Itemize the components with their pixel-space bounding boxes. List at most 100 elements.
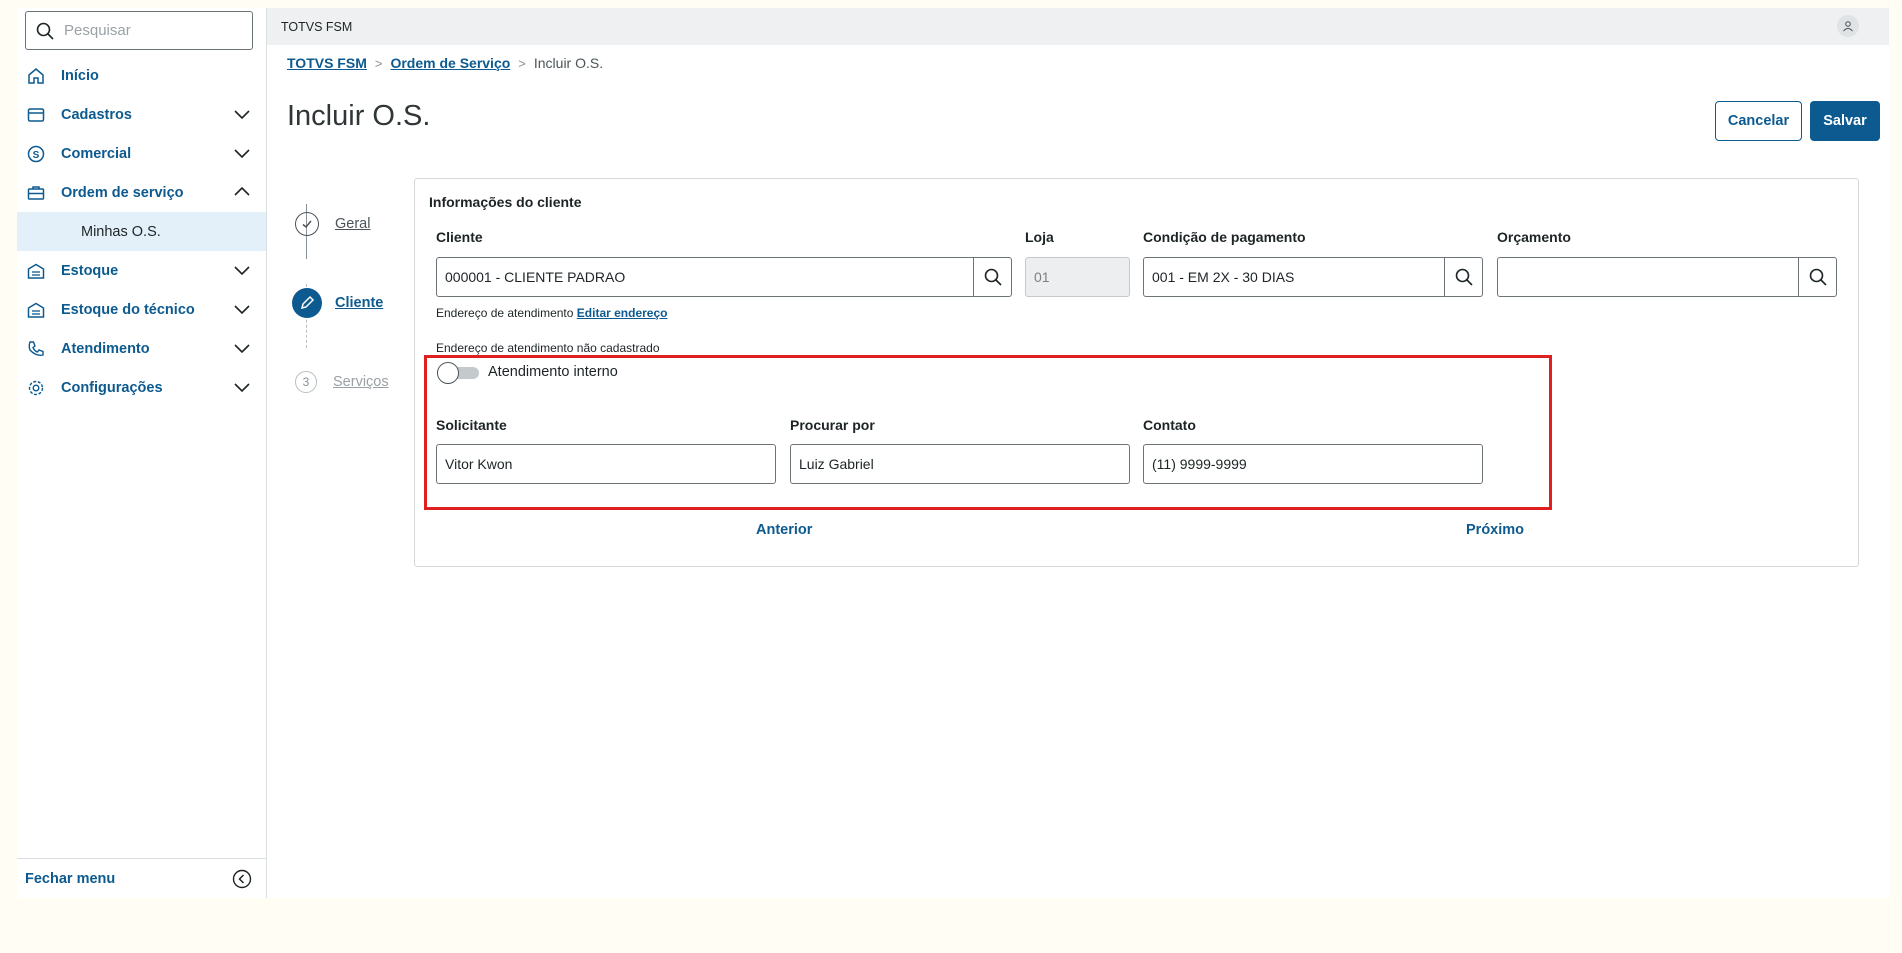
endereco-label: Endereço de atendimento	[436, 306, 574, 320]
step-servicos[interactable]: 3 Serviços	[295, 371, 389, 393]
breadcrumb-link-totvs-fsm[interactable]: TOTVS FSM	[287, 55, 367, 71]
cliente-label: Cliente	[436, 229, 483, 245]
step-label: Cliente	[335, 295, 384, 311]
top-bar: TOTVS FSM	[267, 8, 1889, 45]
home-icon	[27, 67, 45, 85]
card-icon	[27, 106, 45, 124]
close-menu-label: Fechar menu	[25, 870, 116, 887]
chevron-up-icon	[234, 186, 250, 196]
phone-icon	[27, 340, 45, 358]
search-icon	[36, 22, 54, 40]
cliente-lookup-button[interactable]	[973, 258, 1011, 296]
cancel-button[interactable]: Cancelar	[1715, 101, 1802, 141]
condicao-lookup-button[interactable]	[1444, 258, 1482, 296]
step-geral[interactable]: Geral	[295, 212, 370, 236]
toggle-knob	[437, 362, 459, 384]
previous-button[interactable]: Anterior	[756, 522, 812, 538]
procurar-por-field[interactable]: Luiz Gabriel	[790, 444, 1130, 484]
sidebar-menu: Início Cadastros S Comercial Ordem de se…	[17, 56, 266, 407]
toggle-label: Atendimento interno	[488, 364, 618, 380]
sidebar-subitem-minhas-os[interactable]: Minhas O.S.	[17, 212, 266, 251]
chevron-down-icon	[234, 383, 250, 393]
orcamento-lookup-button[interactable]	[1798, 258, 1836, 296]
sidebar-item-comercial[interactable]: S Comercial	[17, 134, 266, 173]
svg-text:S: S	[33, 150, 40, 161]
client-info-panel: Informações do cliente Cliente 000001 - …	[414, 178, 1859, 567]
sidebar-item-atendimento[interactable]: Atendimento	[17, 329, 266, 368]
condicao-value: 001 - EM 2X - 30 DIAS	[1152, 269, 1295, 285]
sidebar-item-label: Início	[61, 67, 99, 84]
main-content: TOTVS FSM TOTVS FSM > Ordem de Serviço >…	[267, 8, 1889, 898]
warehouse-icon	[27, 262, 45, 280]
search-icon	[984, 268, 1002, 286]
sidebar-subitem-label: Minhas O.S.	[81, 223, 161, 240]
page-title: Incluir O.S.	[287, 100, 431, 132]
sidebar-item-inicio[interactable]: Início	[17, 56, 266, 95]
sidebar-item-label: Atendimento	[61, 340, 150, 357]
breadcrumb-separator: >	[374, 55, 383, 71]
search-placeholder: Pesquisar	[64, 22, 131, 39]
app-window: Pesquisar Início Cadastros S Comercial O…	[17, 8, 1889, 898]
endereco-status: Endereço de atendimento não cadastrado	[436, 341, 660, 355]
procurar-value: Luiz Gabriel	[799, 456, 874, 472]
step-cliente[interactable]: Cliente	[292, 288, 384, 318]
collapse-left-icon[interactable]	[232, 869, 252, 889]
save-button[interactable]: Salvar	[1810, 101, 1880, 141]
endereco-row: Endereço de atendimento Editar endereço	[436, 306, 667, 320]
breadcrumb-link-ordem-servico[interactable]: Ordem de Serviço	[390, 55, 510, 71]
section-title: Informações do cliente	[429, 194, 582, 210]
sidebar-item-ordem-servico[interactable]: Ordem de serviço	[17, 173, 266, 212]
edit-icon	[292, 288, 322, 318]
cliente-field[interactable]: 000001 - CLIENTE PADRAO	[436, 257, 1012, 297]
warehouse-icon	[27, 301, 45, 319]
next-button[interactable]: Próximo	[1466, 522, 1524, 538]
sidebar-item-label: Cadastros	[61, 106, 132, 123]
chevron-down-icon	[234, 149, 250, 159]
contato-label: Contato	[1143, 417, 1196, 433]
sidebar-item-label: Ordem de serviço	[61, 184, 184, 201]
sidebar-item-cadastros[interactable]: Cadastros	[17, 95, 266, 134]
solicitante-value: Vitor Kwon	[445, 456, 513, 472]
sidebar: Pesquisar Início Cadastros S Comercial O…	[17, 8, 267, 898]
contato-field[interactable]: (11) 9999-9999	[1143, 444, 1483, 484]
solicitante-field[interactable]: Vitor Kwon	[436, 444, 776, 484]
search-icon	[1809, 268, 1827, 286]
search-input[interactable]: Pesquisar	[25, 11, 253, 50]
chevron-down-icon	[234, 266, 250, 276]
cliente-value: 000001 - CLIENTE PADRAO	[445, 269, 626, 285]
user-avatar[interactable]	[1837, 15, 1859, 37]
atendimento-interno-toggle[interactable]	[437, 362, 479, 384]
step-label: Geral	[335, 216, 371, 232]
sidebar-item-label: Comercial	[61, 145, 132, 162]
sidebar-item-estoque-tecnico[interactable]: Estoque do técnico	[17, 290, 266, 329]
app-name: TOTVS FSM	[281, 19, 353, 34]
loja-value: 01	[1034, 269, 1050, 285]
breadcrumb-current: Incluir O.S.	[533, 55, 604, 71]
sidebar-item-configuracoes[interactable]: Configurações	[17, 368, 266, 407]
orcamento-label: Orçamento	[1497, 229, 1571, 245]
chevron-down-icon	[234, 110, 250, 120]
user-icon	[1843, 21, 1853, 32]
search-icon	[1455, 268, 1473, 286]
contato-value: (11) 9999-9999	[1152, 456, 1247, 472]
sidebar-item-label: Configurações	[61, 379, 163, 396]
loja-label: Loja	[1025, 229, 1054, 245]
breadcrumb-separator: >	[518, 55, 526, 71]
briefcase-icon	[27, 184, 45, 202]
condicao-pagamento-field[interactable]: 001 - EM 2X - 30 DIAS	[1143, 257, 1483, 297]
dollar-icon: S	[27, 145, 45, 163]
chevron-down-icon	[234, 344, 250, 354]
edit-address-link[interactable]: Editar endereço	[577, 306, 668, 320]
orcamento-field[interactable]	[1497, 257, 1837, 297]
close-menu-button[interactable]: Fechar menu	[17, 858, 266, 898]
step-label: Serviços	[333, 374, 389, 390]
step-number: 3	[295, 371, 317, 393]
sidebar-item-estoque[interactable]: Estoque	[17, 251, 266, 290]
loja-field: 01	[1025, 257, 1130, 297]
solicitante-label: Solicitante	[436, 417, 507, 433]
chevron-down-icon	[234, 305, 250, 315]
procurar-label: Procurar por	[790, 417, 875, 433]
stepper: Geral Cliente 3 Serviços	[287, 168, 397, 393]
condicao-label: Condição de pagamento	[1143, 229, 1306, 245]
sidebar-item-label: Estoque	[61, 262, 119, 279]
